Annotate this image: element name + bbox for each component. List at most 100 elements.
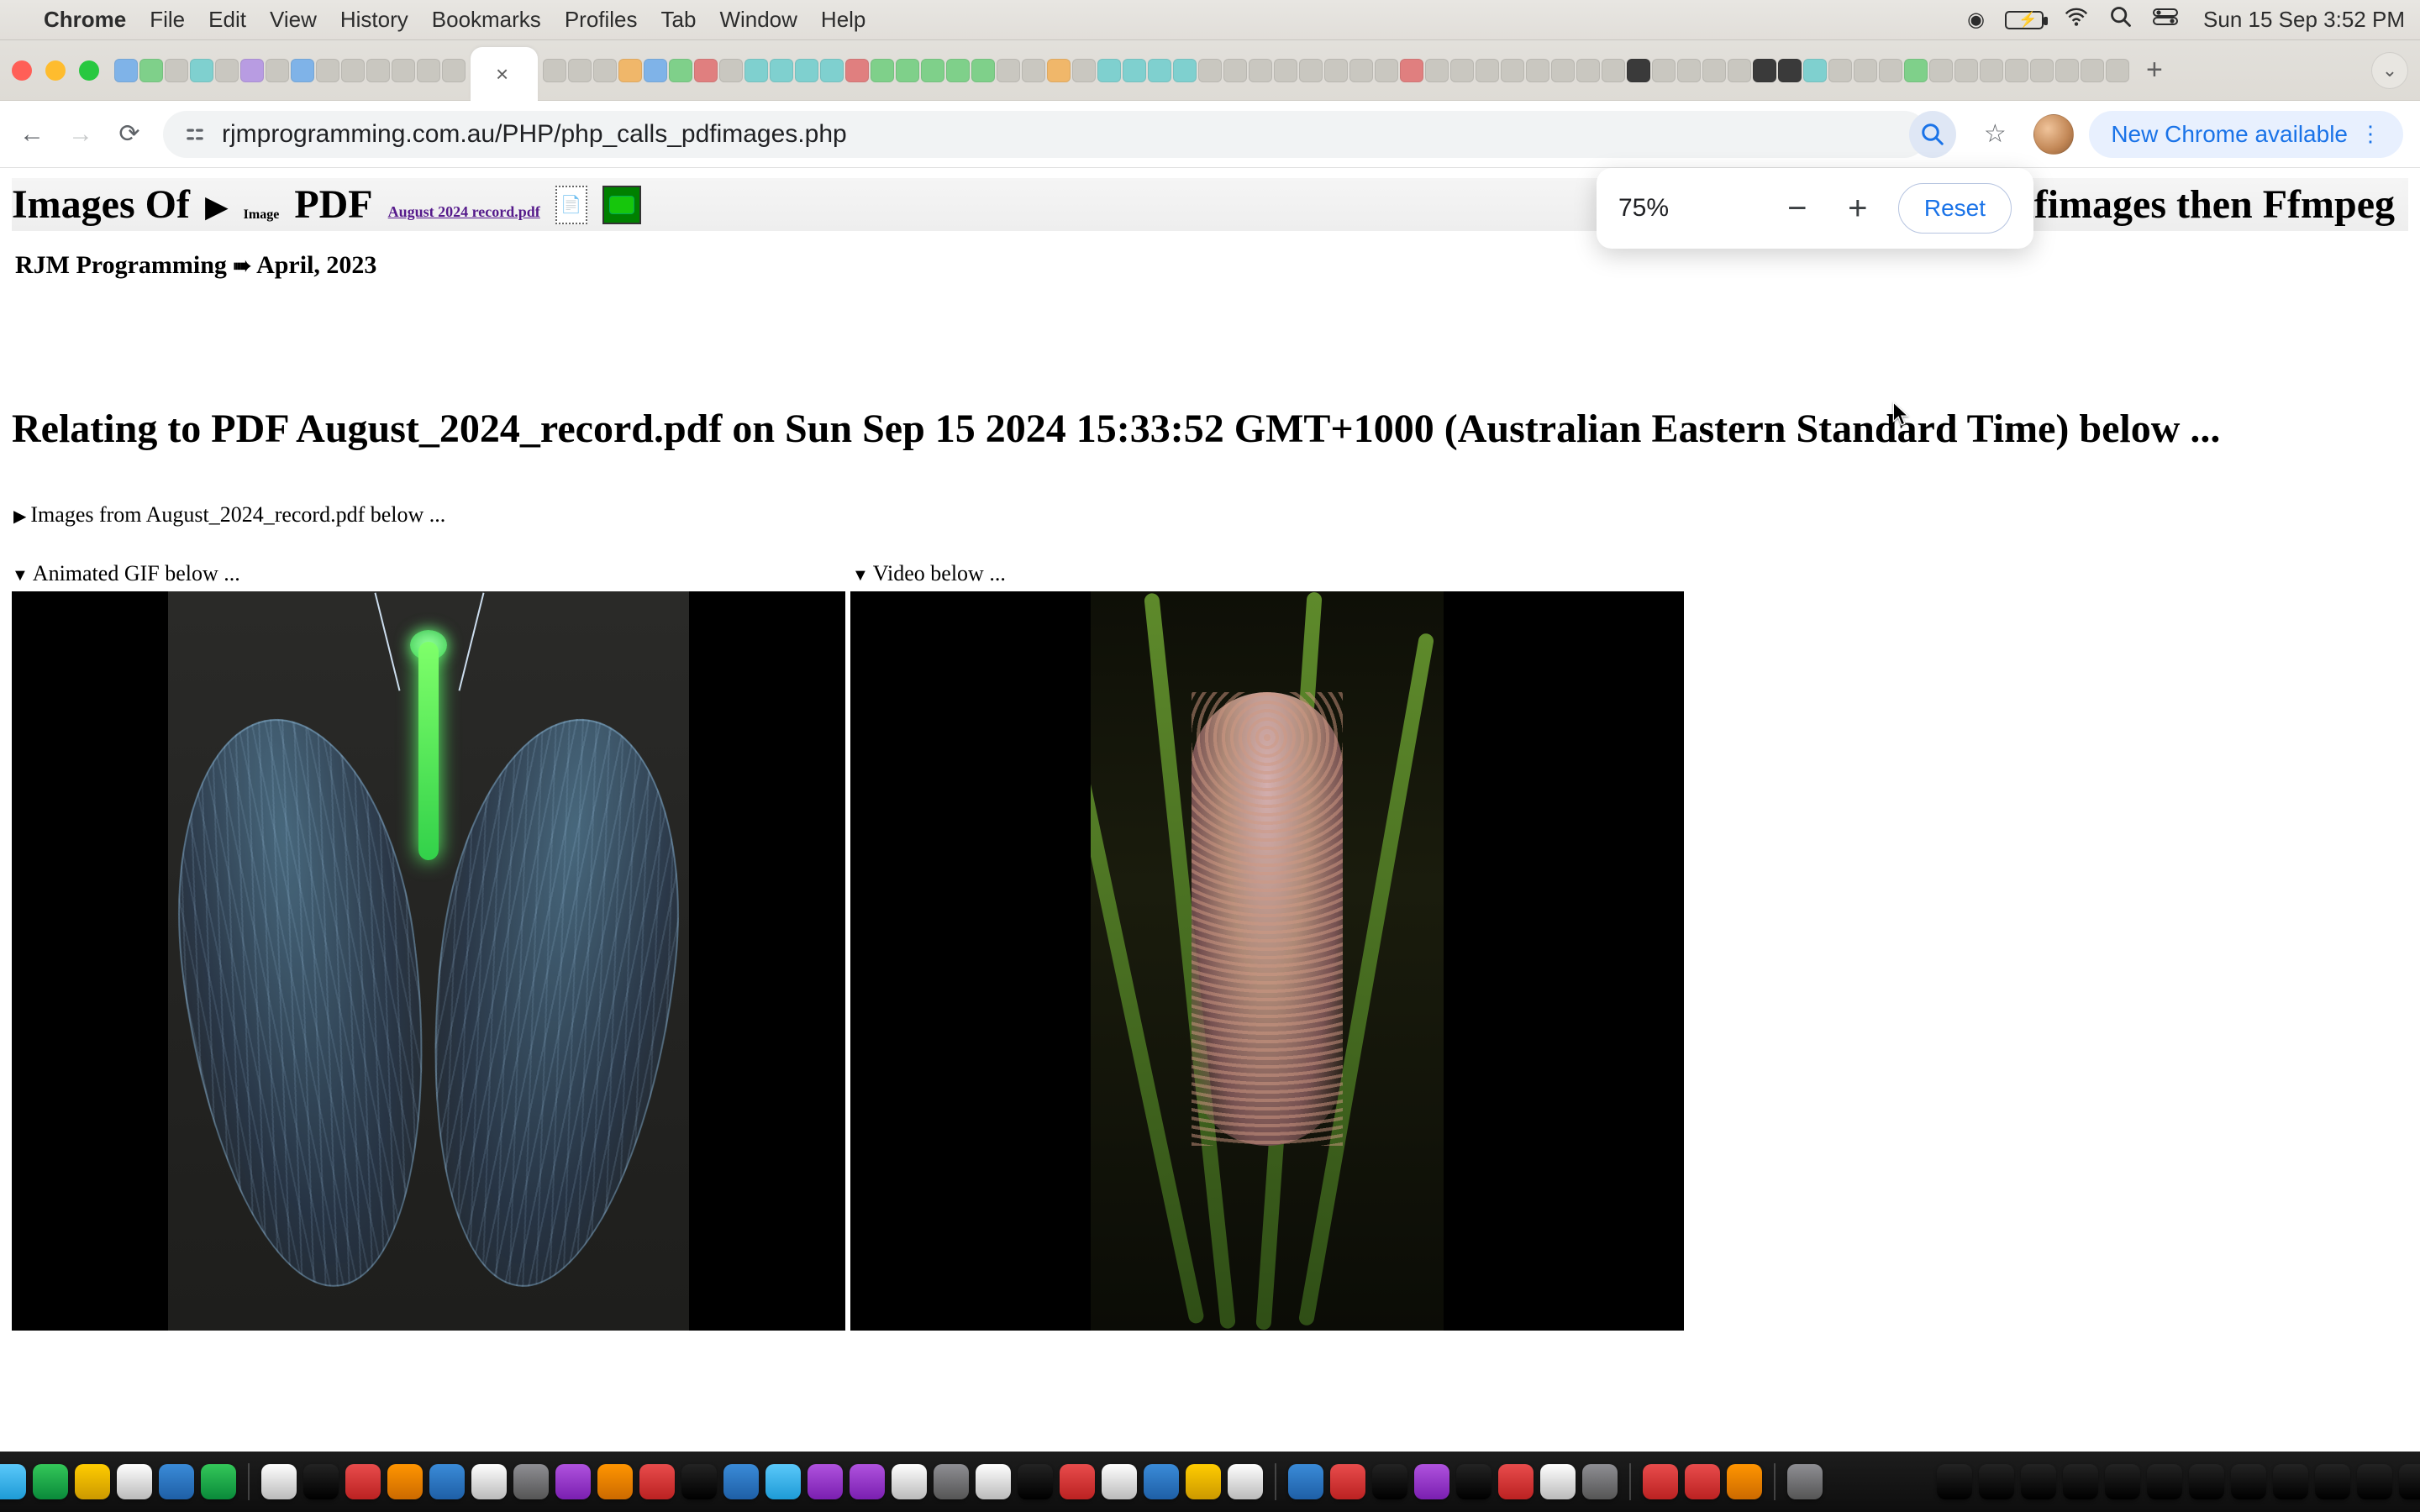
dock-app-icon[interactable] (892, 1464, 927, 1499)
dock-app-icon[interactable] (1186, 1464, 1221, 1499)
tab-favicon[interactable] (1576, 59, 1600, 82)
dock-app-icon[interactable] (555, 1464, 591, 1499)
tab-favicon[interactable] (1627, 59, 1650, 82)
dock-app-icon[interactable] (681, 1464, 717, 1499)
dock-app-icon[interactable] (2357, 1464, 2392, 1499)
tab-favicon[interactable] (1980, 59, 2003, 82)
tab-favicon[interactable] (2081, 59, 2104, 82)
tab-favicon[interactable] (1501, 59, 1524, 82)
tab-favicon[interactable] (1148, 59, 1171, 82)
dock-app-icon[interactable] (639, 1464, 675, 1499)
tab-favicon[interactable] (341, 59, 365, 82)
screen-record-icon[interactable]: ◉ (1967, 8, 1985, 32)
tab-favicon[interactable] (1299, 59, 1323, 82)
tab-favicon[interactable] (1526, 59, 1549, 82)
menu-tab[interactable]: Tab (661, 7, 697, 33)
tab-favicon[interactable] (543, 59, 566, 82)
tab-favicon[interactable] (266, 59, 289, 82)
dock-app-icon[interactable] (2189, 1464, 2224, 1499)
dock-app-icon[interactable] (33, 1464, 68, 1499)
tab-favicon[interactable] (1702, 59, 1726, 82)
tab-favicon[interactable] (1803, 59, 1827, 82)
tab-favicon[interactable] (845, 59, 869, 82)
tab-favicon[interactable] (1954, 59, 1978, 82)
dock-app-icon[interactable] (1414, 1464, 1449, 1499)
reload-button[interactable]: ⟳ (114, 119, 145, 150)
dock-app-icon[interactable] (2147, 1464, 2182, 1499)
tab-favicon[interactable] (1828, 59, 1852, 82)
window-traffic-lights[interactable] (12, 60, 99, 81)
dock-app-icon[interactable] (2021, 1464, 2056, 1499)
tab-favicon[interactable] (1753, 59, 1776, 82)
tab-favicon[interactable] (1450, 59, 1474, 82)
tab-favicon[interactable] (1274, 59, 1297, 82)
dock-app-icon[interactable] (1288, 1464, 1323, 1499)
dock-app-icon[interactable] (765, 1464, 801, 1499)
tab-favicon[interactable] (1198, 59, 1222, 82)
dock-app-icon[interactable] (2399, 1464, 2420, 1499)
tab-favicon[interactable] (165, 59, 188, 82)
tab-favicon[interactable] (2030, 59, 2054, 82)
tab-favicon[interactable] (1349, 59, 1373, 82)
dock-app-icon[interactable] (429, 1464, 465, 1499)
menu-help[interactable]: Help (821, 7, 865, 33)
source-pdf-link[interactable]: August 2024 record.pdf (388, 203, 540, 221)
tab-favicon[interactable] (795, 59, 818, 82)
tab-favicon[interactable] (921, 59, 944, 82)
tab-favicon[interactable] (568, 59, 592, 82)
dock-app-icon[interactable] (1060, 1464, 1095, 1499)
tab-favicon[interactable] (1551, 59, 1575, 82)
window-minimize-icon[interactable] (45, 60, 66, 81)
dock-app-icon[interactable] (387, 1464, 423, 1499)
tab-favicon[interactable] (719, 59, 743, 82)
tab-favicon[interactable] (1072, 59, 1096, 82)
tab-favicon[interactable] (442, 59, 466, 82)
dock-app-icon[interactable] (1979, 1464, 2014, 1499)
dock-app-icon[interactable] (1456, 1464, 1491, 1499)
tab-favicon[interactable] (618, 59, 642, 82)
gif-panel-label[interactable]: Animated GIF below ... (12, 561, 849, 586)
tab-favicon[interactable] (2055, 59, 2079, 82)
tab-favicon[interactable] (1324, 59, 1348, 82)
bookmark-star-icon[interactable]: ☆ (1971, 111, 2018, 158)
images-disclosure[interactable]: Images from August_2024_record.pdf below… (13, 502, 2408, 528)
tab-favicon[interactable] (114, 59, 138, 82)
zoom-reset-button[interactable]: Reset (1898, 183, 2012, 234)
tab-favicon[interactable] (820, 59, 844, 82)
menu-edit[interactable]: Edit (208, 7, 246, 33)
tab-favicon[interactable] (240, 59, 264, 82)
tab-favicon[interactable] (1929, 59, 1953, 82)
tab-favicon[interactable] (997, 59, 1020, 82)
dock-app-icon[interactable] (976, 1464, 1011, 1499)
tab-favicon[interactable] (1223, 59, 1247, 82)
dock-app-icon[interactable] (2105, 1464, 2140, 1499)
tab-favicon[interactable] (744, 59, 768, 82)
tab-favicon[interactable] (971, 59, 995, 82)
menu-view[interactable]: View (270, 7, 317, 33)
tab-favicon[interactable] (1652, 59, 1676, 82)
dock-app-icon[interactable] (1727, 1464, 1762, 1499)
tab-favicon[interactable] (1879, 59, 1902, 82)
tab-favicon[interactable] (1022, 59, 1045, 82)
chrome-menu-icon[interactable]: ⋮ (2360, 121, 2381, 147)
tab-favicon[interactable] (644, 59, 667, 82)
dock-app-icon[interactable] (2231, 1464, 2266, 1499)
menubar-app-name[interactable]: Chrome (44, 7, 126, 33)
tab-favicon[interactable] (1047, 59, 1071, 82)
forward-button[interactable]: → (66, 119, 96, 150)
dock-app-icon[interactable] (1937, 1464, 1972, 1499)
tab-favicon[interactable] (1173, 59, 1197, 82)
dock-app-icon[interactable] (2273, 1464, 2308, 1499)
profile-avatar[interactable] (2033, 114, 2074, 155)
tab-group-left[interactable] (114, 59, 466, 82)
tab-favicon[interactable] (139, 59, 163, 82)
zoom-indicator-icon[interactable] (1909, 111, 1956, 158)
dock-app-icon[interactable] (345, 1464, 381, 1499)
dock-app-icon[interactable] (1582, 1464, 1618, 1499)
new-tab-button[interactable]: + (2146, 54, 2163, 87)
menu-history[interactable]: History (340, 7, 408, 33)
tab-group-right[interactable] (543, 59, 2129, 82)
tab-favicon[interactable] (190, 59, 213, 82)
tab-favicon[interactable] (2106, 59, 2129, 82)
dock-app-icon[interactable] (1685, 1464, 1720, 1499)
